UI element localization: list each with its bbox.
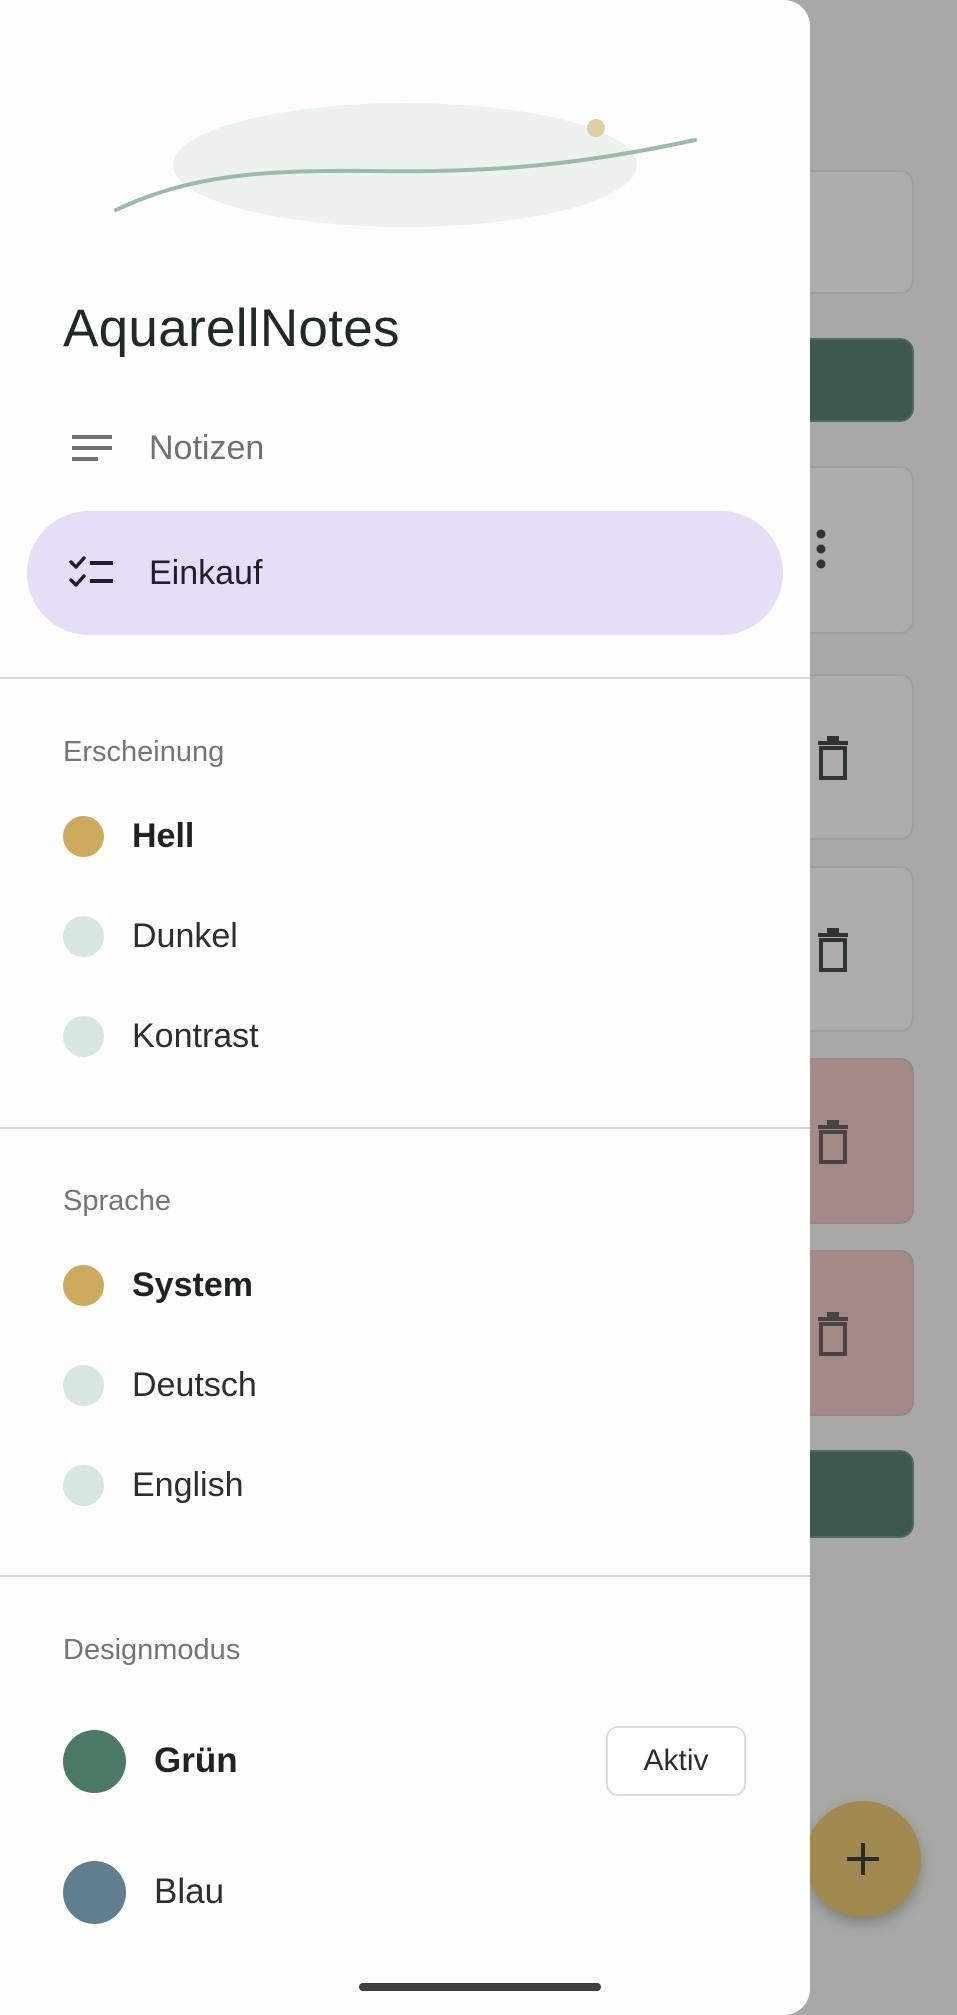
app-title: AquarellNotes [63, 299, 400, 358]
option-label: English [132, 1465, 244, 1504]
radio-selected-indicator [63, 815, 104, 857]
nav-item-einkauf[interactable]: Einkauf [27, 511, 783, 635]
option-label: System [132, 1265, 253, 1304]
notes-icon [67, 428, 117, 468]
radio-selected-indicator [63, 1264, 104, 1306]
design-section-title: Designmodus [63, 1634, 241, 1666]
add-note-fab [805, 1801, 921, 1917]
option-label: Hell [132, 816, 195, 855]
divider [0, 1127, 810, 1129]
trash-icon [816, 736, 850, 785]
appearance-option-hell[interactable]: Hell [63, 806, 194, 866]
nav-item-label: Einkauf [149, 553, 263, 592]
radio-indicator [63, 1364, 104, 1406]
theme-color-swatch [63, 1729, 126, 1793]
option-label: Kontrast [132, 1016, 259, 1055]
checklist-icon [67, 553, 117, 593]
option-label: Dunkel [132, 916, 238, 955]
more-vert-icon [815, 528, 827, 575]
theme-label: Grün [154, 1741, 238, 1780]
theme-option-gruen[interactable]: Grün [63, 1726, 238, 1796]
language-option-system[interactable]: System [63, 1255, 253, 1315]
active-badge: Aktiv [606, 1726, 746, 1796]
theme-option-blau[interactable]: Blau [63, 1857, 224, 1927]
radio-indicator [63, 1015, 104, 1057]
navigation-drawer: AquarellNotes Notizen Einkauf Erscheinun… [0, 0, 810, 2015]
nav-item-notizen[interactable]: Notizen [27, 386, 783, 510]
appearance-option-kontrast[interactable]: Kontrast [63, 1006, 259, 1066]
option-label: Deutsch [132, 1365, 257, 1404]
drawer-header-illustration [114, 103, 697, 227]
divider [0, 1575, 810, 1577]
theme-color-swatch [63, 1860, 126, 1924]
appearance-option-dunkel[interactable]: Dunkel [63, 906, 238, 966]
plus-icon [847, 1843, 879, 1875]
theme-label: Blau [154, 1872, 225, 1911]
appearance-section-title: Erscheinung [63, 736, 225, 768]
language-option-deutsch[interactable]: Deutsch [63, 1355, 257, 1415]
language-option-english[interactable]: English [63, 1455, 244, 1515]
home-indicator[interactable] [359, 1983, 601, 1991]
trash-icon [816, 928, 850, 977]
radio-indicator [63, 915, 104, 957]
trash-icon [816, 1312, 850, 1361]
nav-item-label: Notizen [149, 428, 265, 467]
divider [0, 677, 810, 679]
trash-icon [816, 1120, 850, 1169]
radio-indicator [63, 1464, 104, 1506]
language-section-title: Sprache [63, 1185, 172, 1217]
